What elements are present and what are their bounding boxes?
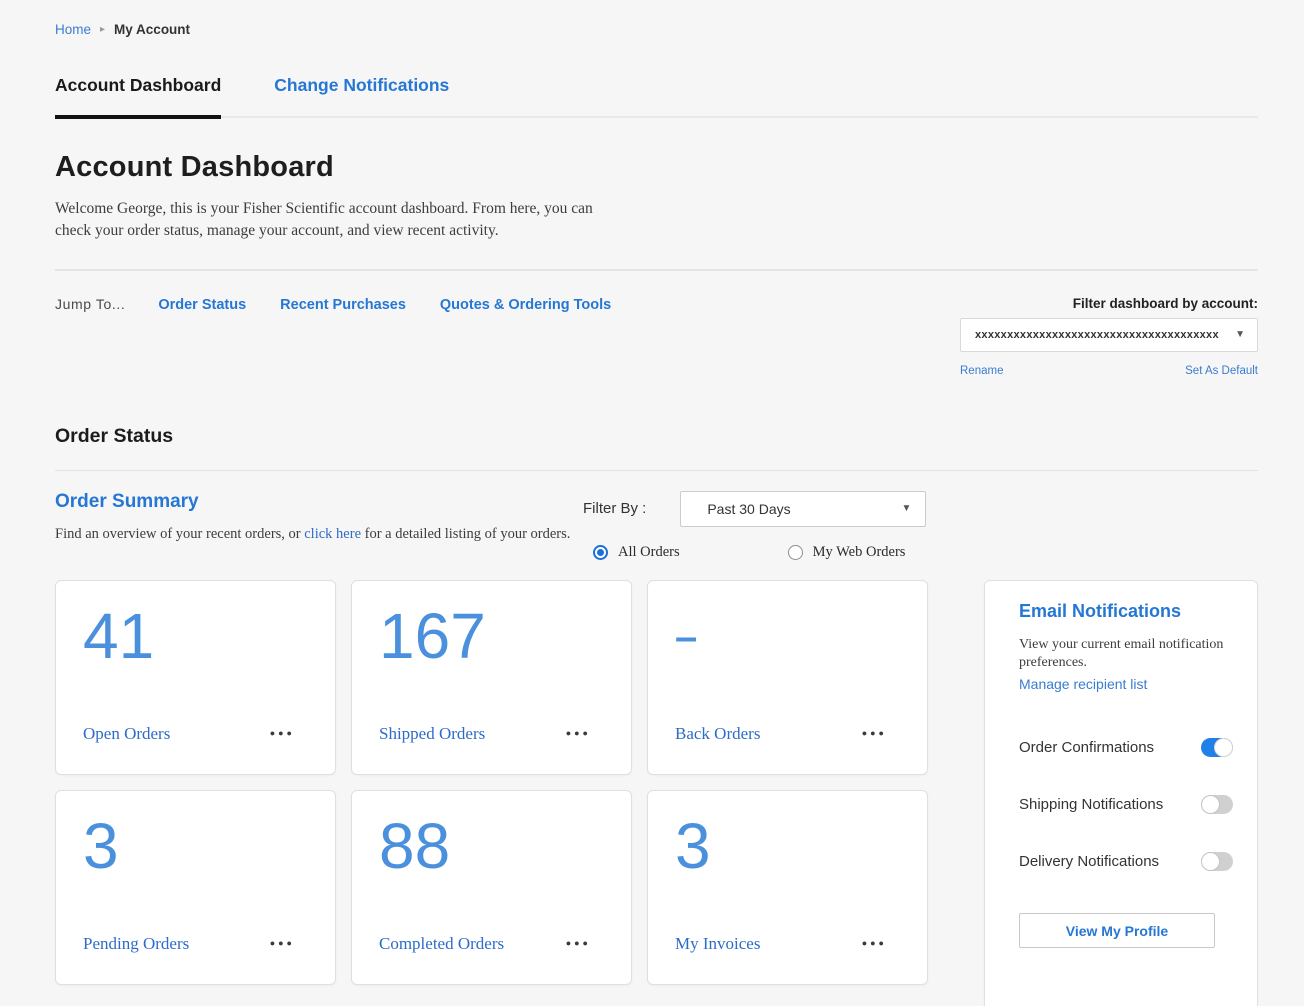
tab-change-notifications[interactable]: Change Notifications xyxy=(274,69,449,116)
order-confirmations-label: Order Confirmations xyxy=(1019,739,1154,756)
divider xyxy=(55,269,1258,271)
card-pending-orders: 3 Pending Orders ●●● xyxy=(55,790,336,985)
rename-link[interactable]: Rename xyxy=(960,365,1003,377)
manage-recipient-list-link[interactable]: Manage recipient list xyxy=(1019,676,1147,692)
card-back-orders: – Back Orders ●●● xyxy=(647,580,928,775)
chevron-down-icon: ▼ xyxy=(901,503,911,514)
period-select-value: Past 30 Days xyxy=(707,501,790,517)
order-summary-heading: Order Summary xyxy=(55,491,570,513)
tab-account-dashboard[interactable]: Account Dashboard xyxy=(55,69,221,119)
radio-all-orders[interactable]: All Orders xyxy=(593,544,680,561)
shipping-notifications-label: Shipping Notifications xyxy=(1019,796,1163,813)
jump-link-quotes-ordering-tools[interactable]: Quotes & Ordering Tools xyxy=(440,297,611,313)
open-orders-count: 41 xyxy=(83,595,295,679)
email-notifications-panel: Email Notifications View your current em… xyxy=(984,580,1258,1006)
pending-orders-count: 3 xyxy=(83,805,295,889)
delivery-notifications-label: Delivery Notifications xyxy=(1019,853,1159,870)
completed-orders-count: 88 xyxy=(379,805,591,889)
tab-bar: Account Dashboard Change Notifications xyxy=(55,69,1258,118)
period-select[interactable]: Past 30 Days ▼ xyxy=(680,491,926,527)
breadcrumb: Home ▸ My Account xyxy=(55,0,1258,37)
ellipsis-icon[interactable]: ●●● xyxy=(270,939,295,954)
account-filter-label: Filter dashboard by account: xyxy=(960,296,1258,311)
radio-icon xyxy=(788,545,803,560)
completed-orders-link[interactable]: Completed Orders xyxy=(379,934,504,954)
shipped-orders-count: 167 xyxy=(379,595,591,679)
ellipsis-icon[interactable]: ●●● xyxy=(566,729,591,744)
click-here-link[interactable]: click here xyxy=(304,526,361,542)
email-notifications-heading: Email Notifications xyxy=(1019,601,1233,622)
description-prefix: Find an overview of your recent orders, … xyxy=(55,526,304,542)
account-select-value: xxxxxxxxxxxxxxxxxxxxxxxxxxxxxxxxxxxxxx xyxy=(975,329,1219,341)
email-notifications-description: View your current email notification pre… xyxy=(1019,636,1233,672)
order-cards-grid: 41 Open Orders ●●● 167 Shipped Orders ●●… xyxy=(55,580,929,1006)
card-open-orders: 41 Open Orders ●●● xyxy=(55,580,336,775)
shipped-orders-link[interactable]: Shipped Orders xyxy=(379,724,485,744)
card-shipped-orders: 167 Shipped Orders ●●● xyxy=(351,580,632,775)
pending-orders-link[interactable]: Pending Orders xyxy=(83,934,189,954)
jump-link-order-status[interactable]: Order Status xyxy=(158,297,246,313)
back-orders-count: – xyxy=(675,595,887,679)
breadcrumb-current: My Account xyxy=(114,22,190,37)
radio-my-web-orders-label: My Web Orders xyxy=(813,544,906,561)
delivery-notifications-toggle[interactable] xyxy=(1201,852,1233,871)
filter-by-label: Filter By : xyxy=(583,500,646,517)
radio-all-orders-label: All Orders xyxy=(618,544,680,561)
radio-icon xyxy=(593,545,608,560)
order-filter-block: Filter By : Past 30 Days ▼ All Orders My… xyxy=(583,491,927,561)
order-summary-description: Find an overview of your recent orders, … xyxy=(55,526,570,543)
toggle-knob xyxy=(1214,738,1233,757)
card-my-invoices: 3 My Invoices ●●● xyxy=(647,790,928,985)
ellipsis-icon[interactable]: ●●● xyxy=(862,939,887,954)
ellipsis-icon[interactable]: ●●● xyxy=(566,939,591,954)
toggle-knob xyxy=(1201,852,1220,871)
toggle-knob xyxy=(1201,795,1220,814)
description-suffix: for a detailed listing of your orders. xyxy=(361,526,570,542)
set-as-default-link[interactable]: Set As Default xyxy=(1185,365,1258,377)
account-filter: Filter dashboard by account: xxxxxxxxxxx… xyxy=(960,296,1258,377)
my-invoices-link[interactable]: My Invoices xyxy=(675,934,760,954)
chevron-right-icon: ▸ xyxy=(100,24,105,35)
order-confirmations-toggle[interactable] xyxy=(1201,738,1233,757)
divider xyxy=(55,470,1258,471)
shipping-notifications-toggle[interactable] xyxy=(1201,795,1233,814)
jump-to-nav: Jump To... Order Status Recent Purchases… xyxy=(55,296,611,377)
order-status-heading: Order Status xyxy=(55,425,1258,448)
jump-to-label: Jump To... xyxy=(55,296,125,312)
card-completed-orders: 88 Completed Orders ●●● xyxy=(351,790,632,985)
welcome-text: Welcome George, this is your Fisher Scie… xyxy=(55,198,600,243)
page-title: Account Dashboard xyxy=(55,151,1258,184)
open-orders-link[interactable]: Open Orders xyxy=(83,724,170,744)
view-my-profile-button[interactable]: View My Profile xyxy=(1019,913,1215,948)
page: Home ▸ My Account Account Dashboard Chan… xyxy=(0,0,1304,1006)
my-invoices-count: 3 xyxy=(675,805,887,889)
back-orders-link[interactable]: Back Orders xyxy=(675,724,760,744)
breadcrumb-home-link[interactable]: Home xyxy=(55,22,91,37)
ellipsis-icon[interactable]: ●●● xyxy=(862,729,887,744)
radio-my-web-orders[interactable]: My Web Orders xyxy=(788,544,906,561)
chevron-down-icon: ▼ xyxy=(1235,329,1245,340)
jump-link-recent-purchases[interactable]: Recent Purchases xyxy=(280,297,406,313)
account-select[interactable]: xxxxxxxxxxxxxxxxxxxxxxxxxxxxxxxxxxxxxx ▼ xyxy=(960,318,1258,352)
ellipsis-icon[interactable]: ●●● xyxy=(270,729,295,744)
